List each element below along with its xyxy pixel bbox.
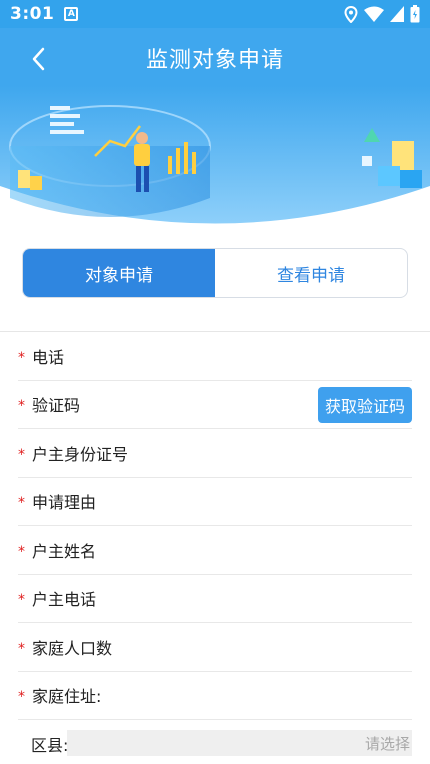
district-select[interactable]: 请选择: [67, 730, 412, 756]
householder-phone-field[interactable]: * 户主电话: [18, 575, 412, 623]
status-bar: 3:01 A: [0, 0, 430, 28]
application-tabs: 对象申请 查看申请: [22, 248, 408, 298]
required-marker: *: [18, 592, 25, 609]
householder-phone-label: 户主电话: [32, 590, 97, 610]
application-reason-label: 申请理由: [32, 493, 97, 513]
required-marker: *: [18, 640, 25, 657]
tab-apply[interactable]: 对象申请: [23, 249, 215, 297]
get-code-button[interactable]: 获取验证码: [317, 386, 412, 423]
page-title: 监测对象申请: [145, 48, 284, 73]
verification-code-label: 验证码: [32, 396, 81, 416]
household-size-field[interactable]: * 家庭人口数: [18, 623, 412, 672]
householder-id-field[interactable]: * 户主身份证号: [18, 429, 412, 478]
householder-id-label: 户主身份证号: [32, 444, 129, 464]
required-marker: *: [18, 543, 25, 560]
back-arrow-icon[interactable]: [26, 46, 52, 72]
householder-name-field[interactable]: * 户主姓名: [18, 526, 412, 575]
required-marker: *: [18, 446, 25, 463]
required-marker: *: [18, 495, 25, 512]
required-marker: *: [18, 689, 25, 706]
app-notification-icon: A: [64, 7, 79, 21]
location-icon: [344, 5, 358, 23]
data-monitoring-illustration: [0, 86, 430, 226]
battery-icon: [410, 5, 420, 23]
banner-illustration: [0, 86, 430, 226]
phone-field[interactable]: * 电话: [18, 332, 412, 381]
wifi-icon: [364, 6, 384, 22]
household-address-field: * 家庭住址:: [18, 672, 412, 720]
tab-view-applications[interactable]: 查看申请: [215, 249, 407, 297]
household-size-label: 家庭人口数: [32, 638, 113, 658]
application-reason-field[interactable]: * 申请理由: [18, 478, 412, 526]
application-form: * 电话 * 验证码 获取验证码 * 户主身份证号 * 申请理由 * 户主姓名 …: [0, 331, 430, 764]
district-row: 区县: 请选择: [18, 720, 412, 764]
district-label: 区县:: [31, 736, 69, 756]
verification-code-field[interactable]: * 验证码 获取验证码: [18, 381, 412, 429]
app-header: 监测对象申请: [0, 28, 430, 88]
phone-label: 电话: [32, 347, 65, 367]
signal-icon: [390, 6, 404, 22]
household-address-label: 家庭住址:: [32, 687, 102, 707]
status-icons: [344, 5, 420, 23]
required-marker: *: [18, 349, 25, 366]
status-time: 3:01: [10, 4, 55, 24]
required-marker: *: [18, 398, 25, 415]
householder-name-label: 户主姓名: [32, 541, 97, 561]
